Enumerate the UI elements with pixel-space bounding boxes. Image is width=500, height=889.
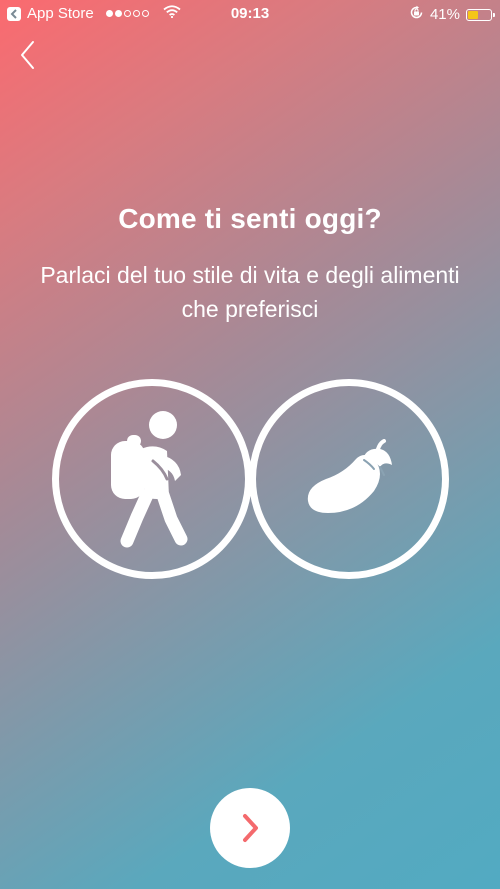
back-button[interactable] <box>14 38 44 72</box>
page-title: Come ti senti oggi? <box>118 203 382 234</box>
rotation-lock-icon <box>409 5 424 24</box>
status-bar: App Store 09:13 41% <box>0 0 500 28</box>
status-right: 41% <box>409 5 495 24</box>
hiker-icon <box>111 411 188 548</box>
chevron-right-icon <box>243 814 258 842</box>
option-food[interactable] <box>249 379 449 579</box>
battery-percent: 41% <box>429 6 460 23</box>
eggplant-icon <box>307 439 392 513</box>
page-subtitle: Parlaci del tuo stile di vita e degli al… <box>40 262 460 322</box>
battery-icon <box>466 8 495 21</box>
next-button[interactable] <box>210 788 290 868</box>
chevron-left-icon <box>21 41 34 69</box>
option-lifestyle[interactable] <box>52 379 252 579</box>
battery-level <box>468 10 478 19</box>
